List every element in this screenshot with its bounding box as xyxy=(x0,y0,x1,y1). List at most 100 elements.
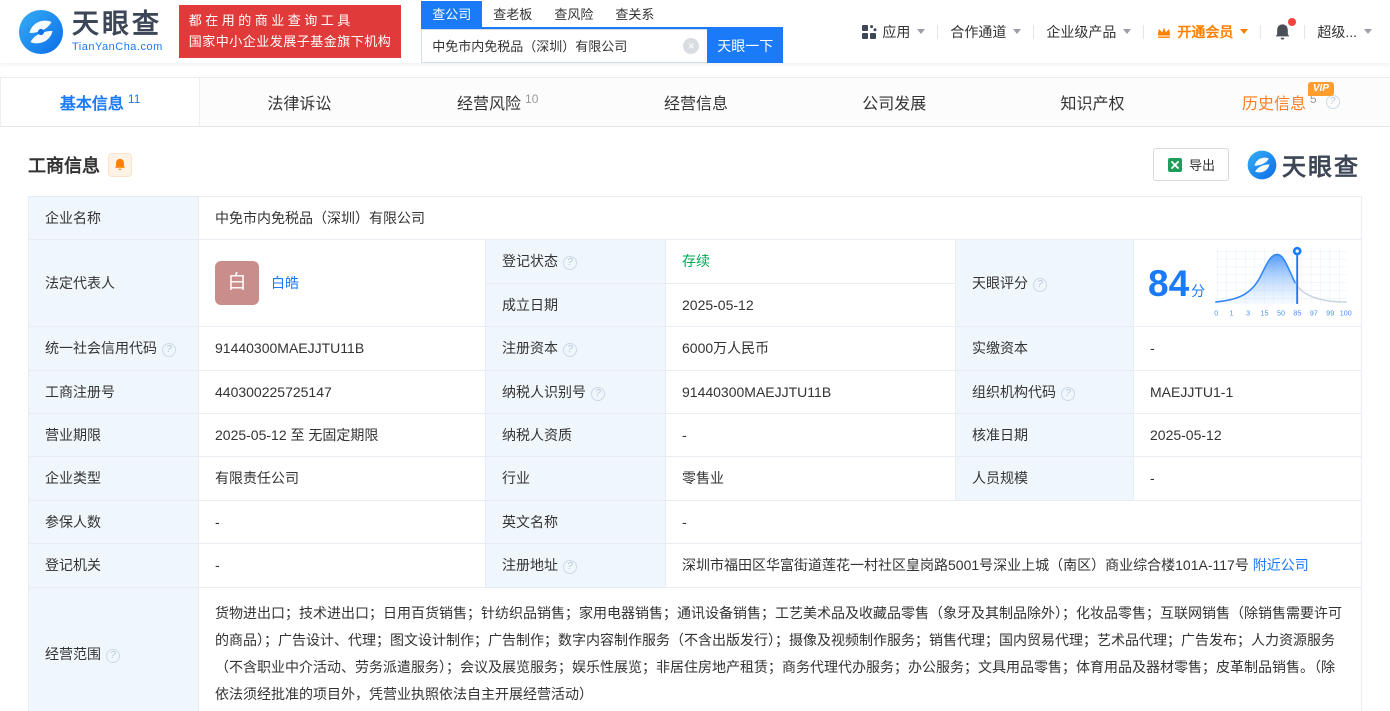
notifications-bell-button[interactable] xyxy=(1273,17,1297,42)
tab-label: 知识产权 xyxy=(1060,96,1125,113)
industry-label: 行业 xyxy=(485,456,666,501)
tab-business-info[interactable]: 经营信息 xyxy=(597,78,795,126)
svg-text:50: 50 xyxy=(1277,310,1285,318)
nav-divider xyxy=(1143,24,1145,39)
svg-text:99: 99 xyxy=(1326,310,1334,318)
search-tab-relation[interactable]: 查关系 xyxy=(604,1,665,27)
table-row: 法定代表人 白 白皓 登记状态 存续 天眼评分 84分 xyxy=(28,239,1362,328)
table-row: 登记机关 - 注册地址 深圳市福田区华富街道莲花一村社区皇岗路5001号深业上城… xyxy=(28,543,1362,588)
section-title: 工商信息 xyxy=(28,155,100,176)
nav-label: 合作通道 xyxy=(950,23,1007,40)
help-icon[interactable] xyxy=(106,648,120,663)
nav-label: 企业级产品 xyxy=(1046,23,1117,40)
company-name-value: 中免市内免税品（深圳）有限公司 xyxy=(198,195,1362,241)
table-row: 参保人数 - 英文名称 - xyxy=(28,499,1362,545)
tab-label: 经营信息 xyxy=(663,96,728,113)
reg-number-value: 440300225725147 xyxy=(198,369,486,414)
insured-count-value: - xyxy=(198,499,486,545)
business-term-value: 2025-05-12 至 无固定期限 xyxy=(198,412,486,458)
svg-text:1: 1 xyxy=(1229,310,1233,318)
tab-label: 公司发展 xyxy=(862,96,927,113)
svg-text:3: 3 xyxy=(1246,310,1250,318)
promo-banner: 都在用的商业查询工具 国家中小企业发展子基金旗下机构 xyxy=(178,5,402,58)
business-term-label: 营业期限 xyxy=(28,412,199,458)
help-icon[interactable] xyxy=(563,560,577,575)
logo-title: 天眼查 xyxy=(72,8,162,39)
tianyancha-logo[interactable]: 天眼查 TianYanCha.com xyxy=(18,9,163,55)
reg-address-cell: 深圳市福田区华富街道莲花一村社区皇岗路5001号深业上城（南区）商业综合楼101… xyxy=(665,543,1362,588)
apps-grid-icon xyxy=(862,24,877,39)
help-icon[interactable] xyxy=(591,386,605,401)
export-label: 导出 xyxy=(1188,158,1215,173)
reg-status-label: 登记状态 xyxy=(485,239,666,284)
export-button[interactable]: 导出 xyxy=(1152,148,1229,181)
tab-basic-info[interactable]: 基本信息 11 xyxy=(0,78,201,126)
reg-capital-value: 6000万人民币 xyxy=(665,326,956,371)
english-name-value: - xyxy=(665,499,1362,545)
tab-count: 11 xyxy=(127,92,141,106)
legal-rep-label: 法定代表人 xyxy=(28,239,199,328)
nav-divider xyxy=(1033,24,1035,39)
svg-text:97: 97 xyxy=(1310,310,1318,318)
legal-rep-link[interactable]: 白皓 xyxy=(271,272,299,294)
staff-size-value: - xyxy=(1133,456,1362,501)
staff-size-label: 人员规模 xyxy=(955,456,1134,501)
vip-badge: VIP xyxy=(1307,82,1334,96)
nearby-companies-link[interactable]: 附近公司 xyxy=(1253,557,1309,573)
tab-business-risk[interactable]: 经营风险 10 xyxy=(399,78,597,126)
score-number: 84 分 xyxy=(1148,262,1206,304)
help-icon[interactable] xyxy=(1325,95,1340,109)
svg-text:85: 85 xyxy=(1293,310,1301,318)
watermark-text: 天眼查 xyxy=(1282,154,1360,181)
taxpayer-quality-label: 纳税人资质 xyxy=(485,412,666,458)
table-row: 经营范围 货物进出口；技术进出口；日用百货销售；针纺织品销售；家用电器销售；通讯… xyxy=(28,586,1362,711)
nav-partner-channel[interactable]: 合作通道 xyxy=(950,22,1022,42)
org-code-value: MAEJJTU1-1 xyxy=(1133,369,1362,414)
help-icon[interactable] xyxy=(162,343,176,358)
help-icon[interactable] xyxy=(1061,386,1075,401)
reg-capital-label: 注册资本 xyxy=(485,326,666,371)
orange-bell-icon xyxy=(114,158,126,171)
crown-icon xyxy=(1158,27,1171,38)
tab-legal-proceedings[interactable]: 法律诉讼 xyxy=(200,78,398,126)
help-icon[interactable] xyxy=(563,256,577,271)
business-info-table: 企业名称 中免市内免税品（深圳）有限公司 法定代表人 白 白皓 登记状态 存续 … xyxy=(28,195,1362,711)
nav-divider xyxy=(937,24,939,39)
table-row: 统一社会信用代码 91440300MAEJJTU11B 注册资本 6000万人民… xyxy=(28,326,1362,371)
search-clear-icon[interactable] xyxy=(683,37,700,54)
reg-status-value: 存续 xyxy=(682,253,710,270)
reg-authority-value: - xyxy=(198,543,486,588)
establish-date-label: 成立日期 xyxy=(485,282,666,328)
help-icon[interactable] xyxy=(1033,278,1047,293)
business-scope-label: 经营范围 xyxy=(28,586,199,711)
tab-intellectual-property[interactable]: 知识产权 xyxy=(993,78,1191,126)
nav-divider xyxy=(1260,24,1262,39)
paid-capital-value: - xyxy=(1133,326,1362,371)
svg-text:15: 15 xyxy=(1261,310,1269,318)
promo-line2: 国家中小企业发展子基金旗下机构 xyxy=(188,33,392,49)
nav-divider xyxy=(1304,24,1306,39)
search-tab-risk[interactable]: 查风险 xyxy=(543,1,604,27)
nav-account[interactable]: 超级... xyxy=(1317,22,1372,42)
table-row: 企业类型 有限责任公司 行业 零售业 人员规模 - xyxy=(28,456,1362,501)
search-tab-boss[interactable]: 查老板 xyxy=(482,1,543,27)
credit-code-value: 91440300MAEJJTU11B xyxy=(198,326,486,371)
search-button[interactable]: 天眼一下 xyxy=(707,28,784,63)
paid-capital-label: 实缴资本 xyxy=(955,326,1134,371)
tab-company-development[interactable]: 公司发展 xyxy=(795,78,993,126)
help-icon[interactable] xyxy=(563,343,577,358)
monitor-bell-button[interactable] xyxy=(108,152,132,177)
nav-apps[interactable]: 应用 xyxy=(861,22,926,42)
watermark-swirl-icon xyxy=(1247,150,1277,179)
nav-enterprise-products[interactable]: 企业级产品 xyxy=(1046,22,1132,42)
tab-label: 基本信息 xyxy=(59,96,124,113)
tab-label: 法律诉讼 xyxy=(267,96,332,113)
search-area: 查公司 查老板 查风险 查关系 天眼一下 xyxy=(421,0,784,63)
nav-open-membership[interactable]: 开通会员 xyxy=(1156,22,1249,42)
search-input[interactable] xyxy=(421,28,708,63)
search-tab-company[interactable]: 查公司 xyxy=(421,0,483,27)
caret-down-icon xyxy=(1013,29,1022,34)
top-header: 天眼查 TianYanCha.com 都在用的商业查询工具 国家中小企业发展子基… xyxy=(0,0,1390,63)
tab-history-info[interactable]: VIP 历史信息 5 xyxy=(1192,78,1390,126)
legal-rep-avatar[interactable]: 白 xyxy=(215,261,259,306)
